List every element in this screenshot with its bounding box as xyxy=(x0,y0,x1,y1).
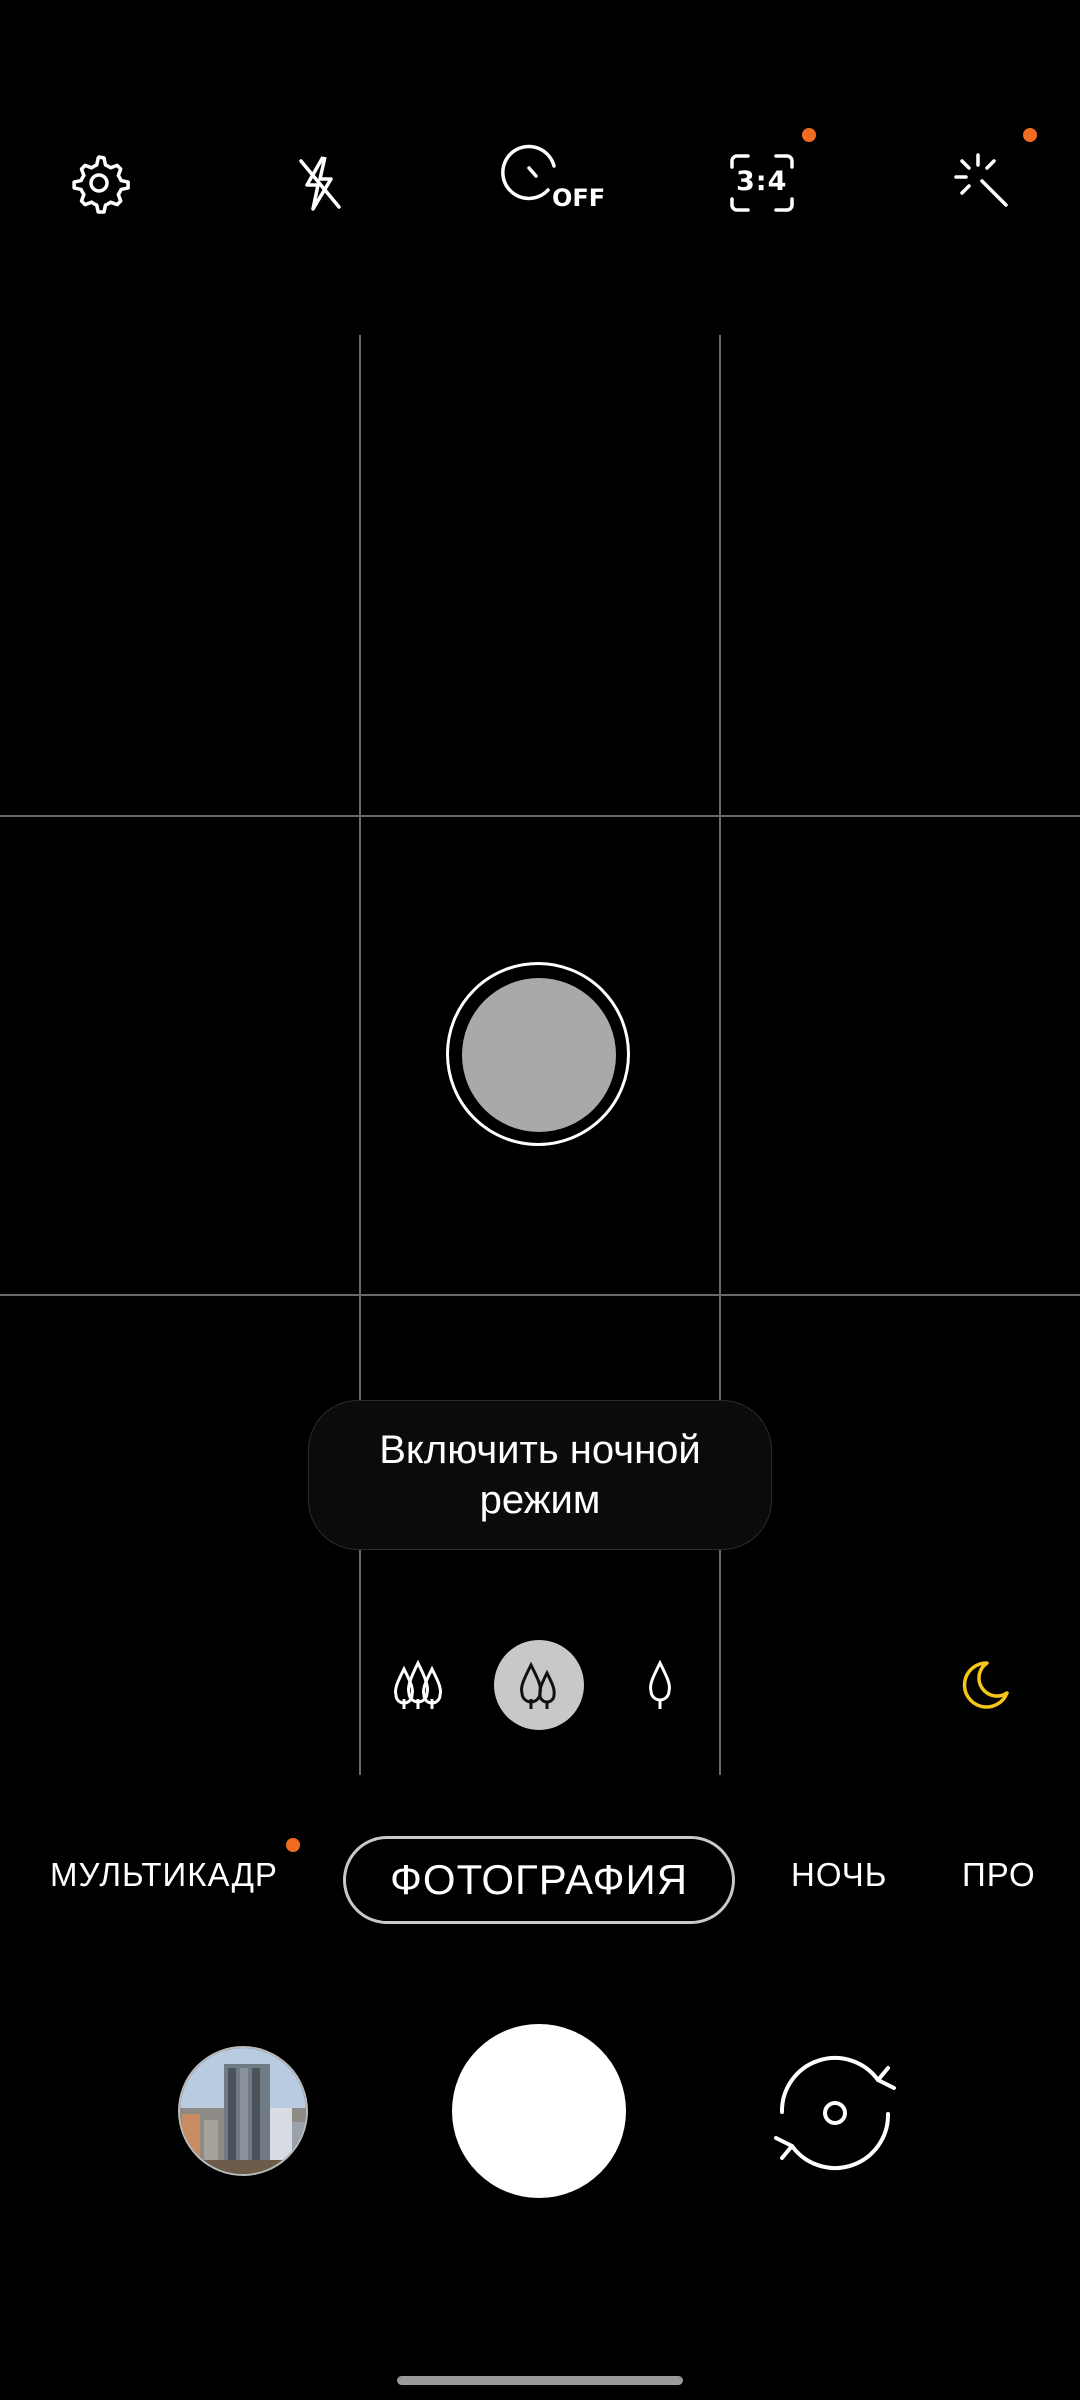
night-mode-suggestion[interactable]: Включить ночной режим xyxy=(308,1400,772,1550)
mode-pro-label: ПРО xyxy=(962,1856,1036,1893)
wide-angle-icon xyxy=(394,1659,442,1709)
switch-camera-icon xyxy=(774,2056,896,2170)
timer-button[interactable]: OFF xyxy=(496,138,605,228)
standard-icon xyxy=(520,1661,556,1709)
grid-line-horizontal-bottom xyxy=(0,1294,1080,1296)
shutter-button[interactable] xyxy=(452,2024,626,2198)
aspect-ratio-button[interactable]: 3:4 xyxy=(717,138,807,228)
mode-notification-dot xyxy=(286,1838,300,1852)
timer-icon xyxy=(501,144,556,201)
mode-photo-label: ФОТОГРАФИЯ xyxy=(389,1856,689,1903)
flash-button[interactable] xyxy=(274,138,364,228)
home-indicator[interactable] xyxy=(397,2376,683,2385)
settings-button[interactable] xyxy=(54,138,144,228)
mode-multiframe[interactable]: МУЛЬТИКАДР xyxy=(50,1856,278,1894)
effects-wand-icon xyxy=(954,153,1008,207)
filters-notification-dot xyxy=(1023,128,1037,142)
moon-icon xyxy=(962,1661,1009,1709)
mode-pro[interactable]: ПРО xyxy=(962,1856,1036,1894)
switch-camera-button[interactable] xyxy=(760,2048,910,2178)
timer-off-label: OFF xyxy=(552,184,606,212)
night-mode-suggestion-text: Включить ночной режим xyxy=(379,1428,701,1522)
flash-off-icon xyxy=(299,156,341,211)
mode-night-label: НОЧЬ xyxy=(791,1856,888,1893)
mode-night[interactable]: НОЧЬ xyxy=(791,1856,887,1894)
telephoto-icon xyxy=(649,1659,671,1709)
zoom-wide-button[interactable] xyxy=(373,1640,463,1730)
ratio-notification-dot xyxy=(802,128,816,142)
zoom-tele-button[interactable] xyxy=(615,1640,705,1730)
gear-icon xyxy=(72,155,130,214)
aspect-ratio-label: 3:4 xyxy=(736,166,788,197)
night-mode-button[interactable] xyxy=(940,1640,1030,1730)
gallery-thumbnail[interactable] xyxy=(178,2046,308,2176)
filters-button[interactable] xyxy=(939,138,1029,228)
grid-line-vertical-right xyxy=(719,335,721,1775)
grid-line-vertical-left xyxy=(359,335,361,1775)
grid-line-horizontal-top xyxy=(0,815,1080,817)
mode-multiframe-label: МУЛЬТИКАДР xyxy=(50,1856,278,1893)
focus-indicator xyxy=(462,978,616,1132)
gallery-photo-image xyxy=(180,2048,306,2174)
mode-photo[interactable]: ФОТОГРАФИЯ xyxy=(343,1836,735,1924)
zoom-standard-button[interactable] xyxy=(494,1640,584,1730)
